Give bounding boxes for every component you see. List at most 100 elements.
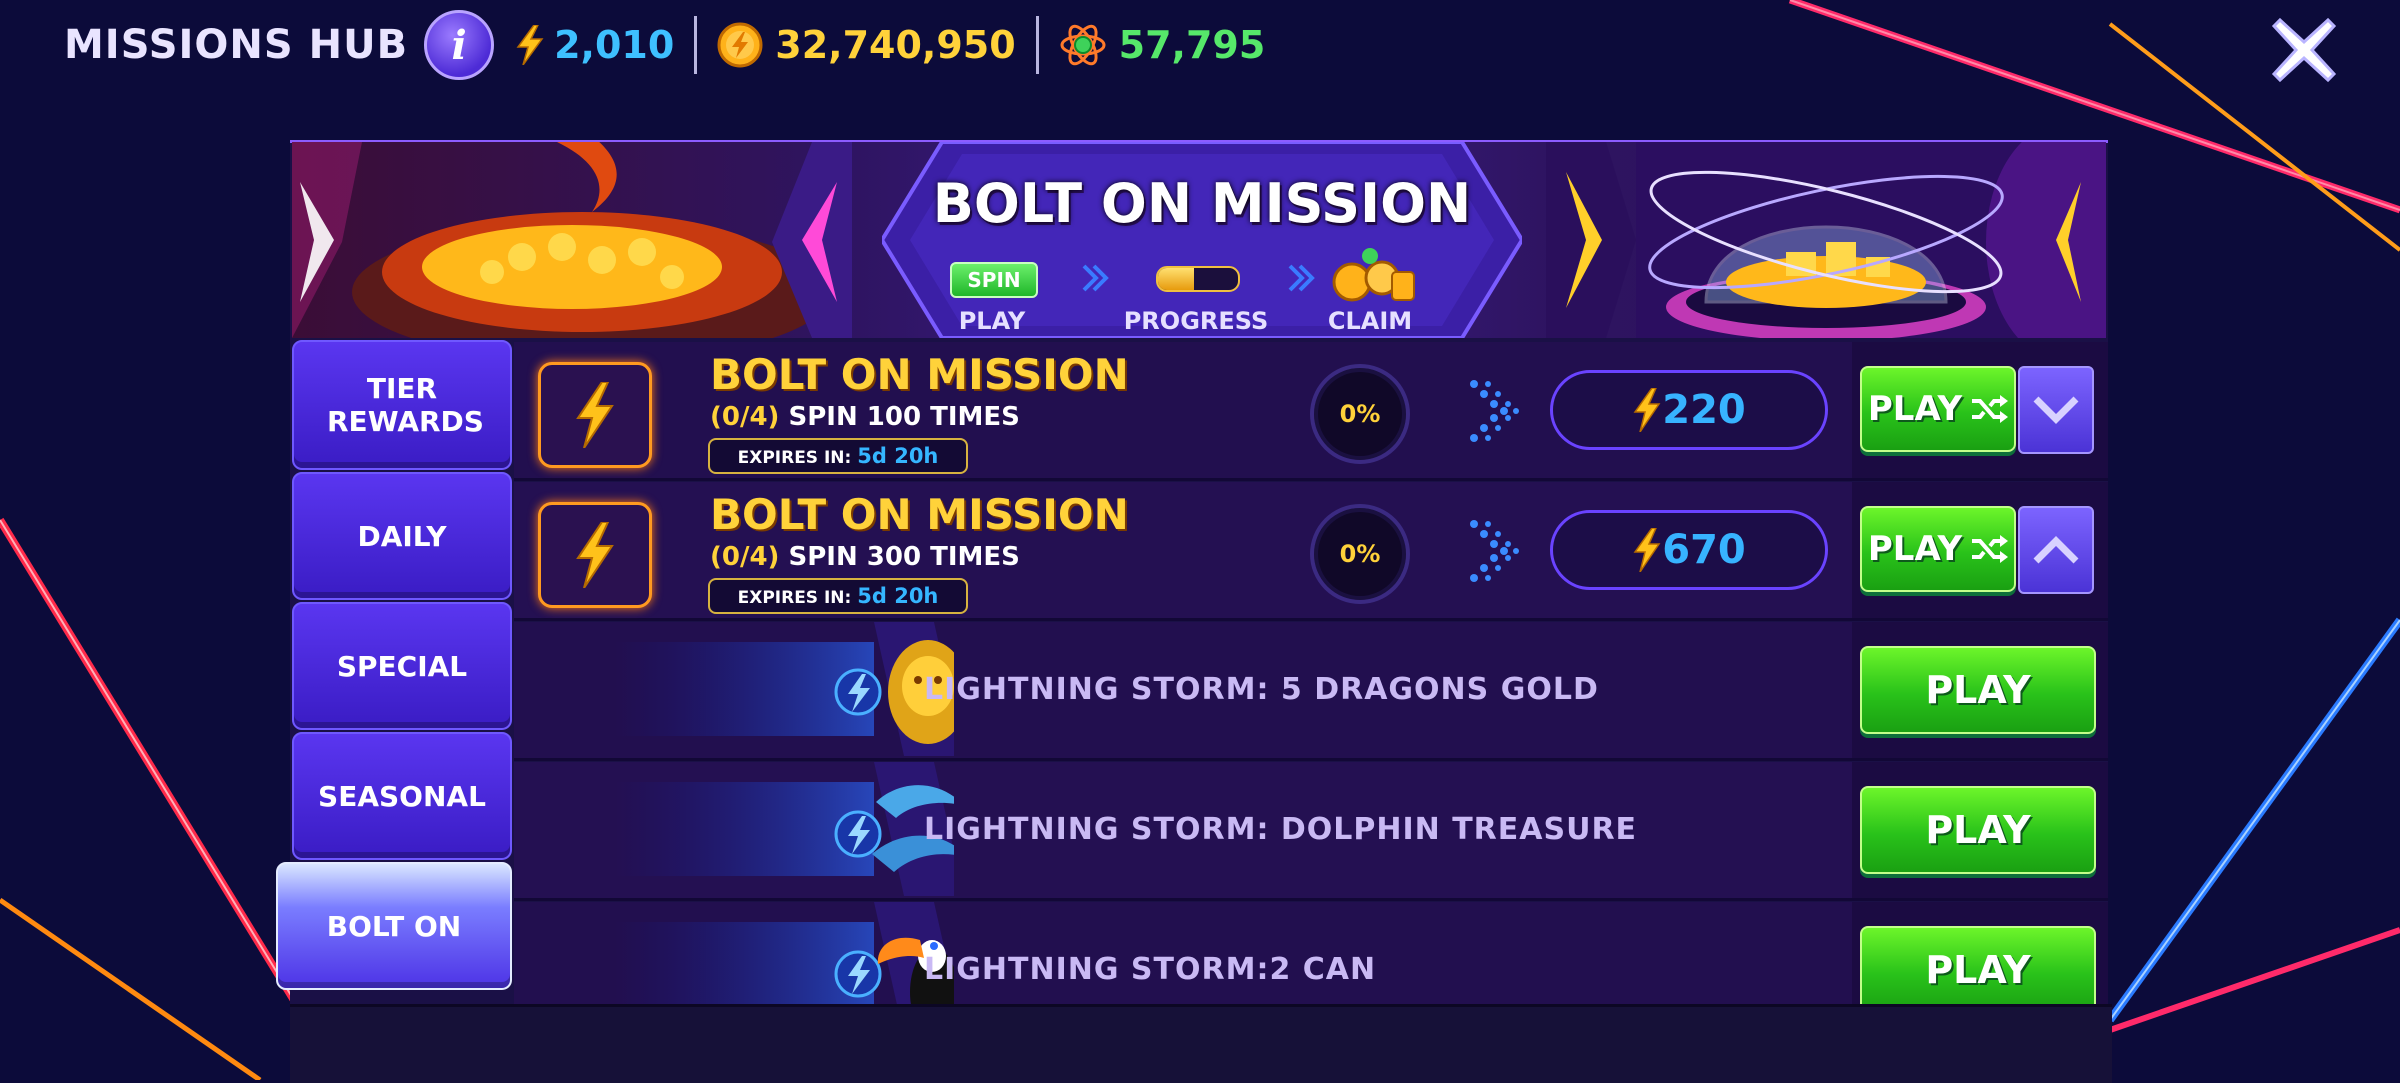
mission-title: BOLT ON MISSION: [710, 490, 1129, 539]
play-label: PLAY: [1925, 668, 2031, 712]
mission-description: (0/4) SPIN 300 TIMES: [710, 542, 1020, 572]
expand-toggle-button[interactable]: [2018, 366, 2094, 454]
game-row: LIGHTNING STORM: DOLPHIN TREASURE PLAY: [514, 762, 2108, 901]
bolt-balance-value: 2,010: [554, 23, 675, 67]
play-label: PLAY: [1925, 948, 2031, 992]
game-thumbnail: [614, 762, 954, 896]
dragon-treasure-art: [292, 142, 852, 338]
mission-banner: BOLT ON MISSION SPIN PLAY PROGRESS CLAIM: [292, 142, 2106, 338]
atom-gem-icon: [1060, 24, 1106, 66]
game-name: LIGHTNING STORM:2 CAN: [924, 951, 1377, 987]
bolt-balance: 2,010: [514, 23, 674, 67]
shuffle-icon: [1972, 535, 2009, 563]
divider: [1035, 16, 1039, 74]
mission-row: BOLT ON MISSION (0/4) SPIN 100 TIMES EXP…: [514, 342, 2108, 481]
play-label: PLAY: [1867, 529, 1963, 569]
progress-pill: [1156, 266, 1240, 292]
mission-count: (0/4): [710, 402, 780, 432]
tab-special[interactable]: SPECIAL: [292, 602, 512, 730]
info-button[interactable]: i: [424, 10, 495, 80]
tab-tier-rewards[interactable]: TIER REWARDS: [292, 340, 512, 470]
play-button[interactable]: PLAY: [1860, 506, 2016, 592]
dotted-arrow-icon: [1470, 520, 1519, 582]
gem-balance: 57,795: [1059, 21, 1266, 69]
play-button[interactable]: PLAY: [1860, 646, 2096, 734]
chevron-up-icon: [2033, 536, 2079, 564]
game-thumbnail: [614, 622, 954, 756]
game-row: LIGHTNING STORM:2 CAN PLAY: [514, 902, 2108, 1004]
mission-goal: SPIN 300 TIMES: [788, 542, 1020, 572]
expires-value: 5d 20h: [857, 584, 939, 608]
expires-badge: EXPIRES IN: 5d 20h: [708, 438, 968, 474]
step-arrow-icon: [1082, 264, 1109, 292]
mission-count: (0/4): [710, 542, 780, 572]
play-button[interactable]: PLAY: [1860, 926, 2096, 1004]
tab-label: BOLT ON: [326, 909, 462, 943]
expires-label: EXPIRES IN:: [737, 448, 852, 468]
claim-coins-icon: [1332, 248, 1415, 302]
coin-balance-value: 32,740,950: [775, 23, 1016, 67]
action-cell: PLAY: [1852, 342, 2108, 478]
info-icon: i: [451, 21, 467, 69]
game-row: LIGHTNING STORM: 5 DRAGONS GOLD PLAY: [514, 622, 2108, 761]
top-bar: MISSIONS HUB i 2,010 32,740,950 57,795: [64, 10, 1265, 80]
reward-pill: 670: [1550, 510, 1828, 590]
tab-daily[interactable]: DAILY: [292, 472, 512, 600]
action-cell: PLAY: [1852, 622, 2108, 758]
collapse-toggle-button[interactable]: [2018, 506, 2094, 594]
step-play-label: PLAY: [958, 307, 1026, 335]
progress-percent: 0%: [1310, 364, 1410, 464]
space-dome-art: [1546, 142, 2106, 338]
chevron-down-icon: [2033, 396, 2079, 424]
close-icon[interactable]: [2268, 14, 2340, 86]
action-cell: PLAY: [1852, 902, 2108, 1004]
tab-label: SPECIAL: [336, 649, 468, 683]
game-thumbnail: [614, 902, 954, 1004]
coin-balance: 32,740,950: [717, 22, 1016, 68]
tab-label: SEASONAL: [318, 779, 486, 813]
mission-title: BOLT ON MISSION: [710, 350, 1129, 399]
reward-amount: 670: [1662, 527, 1746, 573]
banner-title: BOLT ON MISSION: [932, 172, 1472, 235]
divider: [694, 16, 698, 74]
lightning-bolt-icon: [1633, 388, 1661, 432]
tab-bolt-on[interactable]: BOLT ON: [276, 862, 512, 990]
dotted-arrow-icon: [1470, 380, 1519, 442]
step-arrow-icon: [1288, 264, 1315, 292]
spin-badge: SPIN: [950, 262, 1038, 298]
tab-seasonal[interactable]: SEASONAL: [292, 732, 512, 860]
panel-footer: [290, 1004, 2112, 1083]
mission-bolt-badge: [538, 502, 652, 608]
lightning-bolt-icon: [1633, 528, 1661, 572]
play-label: PLAY: [1867, 389, 1963, 429]
play-button[interactable]: PLAY: [1860, 366, 2016, 452]
lightning-bolt-icon: [576, 382, 614, 448]
action-cell: PLAY: [1852, 762, 2108, 898]
lightning-bolt-icon: [576, 522, 614, 588]
gem-balance-value: 57,795: [1118, 23, 1266, 67]
mission-goal: SPIN 100 TIMES: [788, 402, 1020, 432]
page-title: MISSIONS HUB: [64, 22, 409, 68]
lightning-bolt-icon: [516, 25, 544, 65]
play-button[interactable]: PLAY: [1860, 786, 2096, 874]
progress-fill: [1158, 268, 1194, 290]
tab-label: TIER REWARDS: [327, 372, 484, 438]
reward-pill: 220: [1550, 370, 1828, 450]
action-cell: PLAY: [1852, 482, 2108, 618]
expires-label: EXPIRES IN:: [737, 588, 852, 608]
step-progress-label: PROGRESS: [1123, 307, 1269, 335]
expires-badge: EXPIRES IN: 5d 20h: [708, 578, 968, 614]
expires-value: 5d 20h: [857, 444, 939, 468]
mission-description: (0/4) SPIN 100 TIMES: [710, 402, 1020, 432]
mission-bolt-badge: [538, 362, 652, 468]
game-name: LIGHTNING STORM: DOLPHIN TREASURE: [924, 811, 1638, 847]
tab-label: DAILY: [357, 519, 447, 553]
mission-row: BOLT ON MISSION (0/4) SPIN 300 TIMES EXP…: [514, 482, 2108, 621]
progress-percent: 0%: [1310, 504, 1410, 604]
play-label: PLAY: [1925, 808, 2031, 852]
shuffle-icon: [1972, 395, 2009, 423]
gold-coin-icon: [717, 22, 763, 68]
banner-center: BOLT ON MISSION SPIN PLAY PROGRESS CLAIM: [882, 142, 1522, 338]
reward-amount: 220: [1662, 387, 1746, 433]
step-claim-label: CLAIM: [1327, 307, 1413, 335]
